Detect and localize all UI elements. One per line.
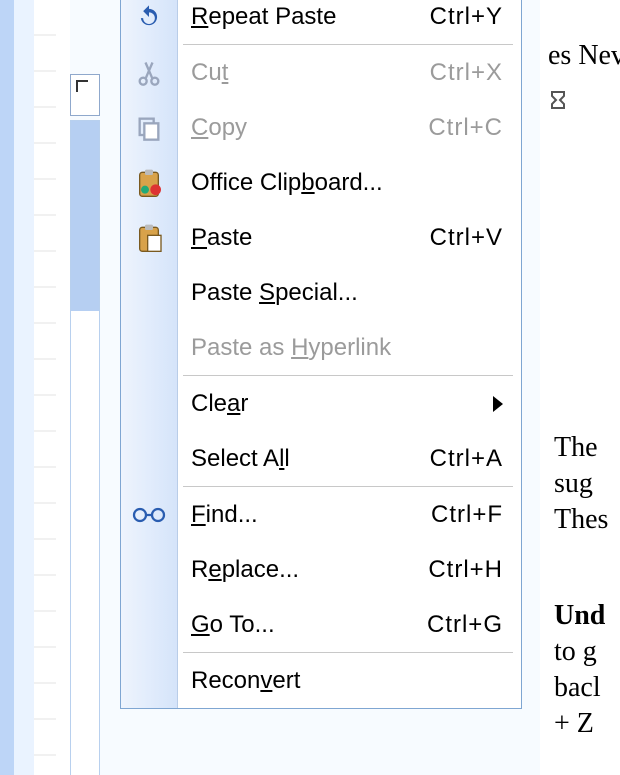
edit-menu: Repeat Paste Ctrl+Y Cut Ctrl+X Copy Ctrl+C Off…	[120, 0, 522, 709]
menu-item-label: Paste Special...	[191, 279, 503, 307]
menu-item-reconv[interactable]: Reconvert	[121, 653, 521, 708]
menu-item-pastesp[interactable]: Paste Special...	[121, 265, 521, 320]
menu-item-clear[interactable]: Clear	[121, 376, 521, 431]
hourglass-icon	[546, 90, 570, 114]
menu-item-shortcut: Ctrl+V	[430, 224, 503, 252]
menu-item-shortcut: Ctrl+A	[430, 445, 503, 473]
menu-item-officecb[interactable]: Office Clipboard...	[121, 155, 521, 210]
menu-item-label: Go To...	[191, 611, 415, 639]
menu-item-label: Repeat Paste	[191, 3, 418, 31]
ruler-corner	[70, 74, 100, 116]
chrome-gap	[56, 0, 70, 775]
menu-item-pastehy: Paste as Hyperlink	[121, 320, 521, 375]
menu-item-label: Find...	[191, 501, 419, 529]
menu-item-repeat[interactable]: Repeat Paste Ctrl+Y	[121, 0, 521, 44]
clipboard-options-icon	[131, 165, 167, 201]
menu-item-cut: Cut Ctrl+X	[121, 45, 521, 100]
menu-item-shortcut: Ctrl+X	[430, 59, 503, 87]
window-edge	[0, 0, 15, 775]
ruler-margin	[71, 121, 99, 311]
menu-item-copy: Copy Ctrl+C	[121, 100, 521, 155]
menu-item-shortcut: Ctrl+C	[428, 114, 503, 142]
vertical-ruler[interactable]	[70, 120, 100, 775]
menu-item-label: Cut	[191, 59, 418, 87]
menu-item-label: Copy	[191, 114, 416, 142]
menu-item-shortcut: Ctrl+Y	[430, 3, 503, 31]
menu-item-label: Office Clipboard...	[191, 169, 503, 197]
menu-item-label: Clear	[191, 390, 503, 418]
menu-item-shortcut: Ctrl+G	[427, 611, 503, 639]
doc-fragment-1: The sug Thes	[554, 432, 608, 540]
menu-item-label: Replace...	[191, 556, 416, 584]
menu-item-label: Select All	[191, 445, 418, 473]
chrome-strip-2	[34, 0, 56, 775]
menu-item-label: Paste as Hyperlink	[191, 334, 503, 362]
menu-item-find[interactable]: Find... Ctrl+F	[121, 487, 521, 542]
menu-item-shortcut: Ctrl+H	[428, 556, 503, 584]
menu-item-selall[interactable]: Select All Ctrl+A	[121, 431, 521, 486]
chrome-strip-1	[14, 0, 34, 775]
menu-item-goto[interactable]: Go To... Ctrl+G	[121, 597, 521, 652]
menu-item-shortcut: Ctrl+F	[431, 501, 503, 529]
menu-item-label: Paste	[191, 224, 418, 252]
menu-item-paste[interactable]: Paste Ctrl+V	[121, 210, 521, 265]
find-icon	[131, 497, 167, 533]
copy-icon	[131, 110, 167, 146]
font-name-fragment: es Nev	[548, 40, 620, 72]
doc-fragment-2: Und to g bacl + Z	[554, 600, 605, 744]
paste-icon	[131, 220, 167, 256]
document-area[interactable]: es Nev The sug Thes Und to g bacl + Z	[540, 0, 620, 775]
menu-item-label: Reconvert	[191, 667, 503, 695]
cut-icon	[131, 55, 167, 91]
menu-item-replace[interactable]: Replace... Ctrl+H	[121, 542, 521, 597]
repeat-icon	[131, 0, 167, 35]
